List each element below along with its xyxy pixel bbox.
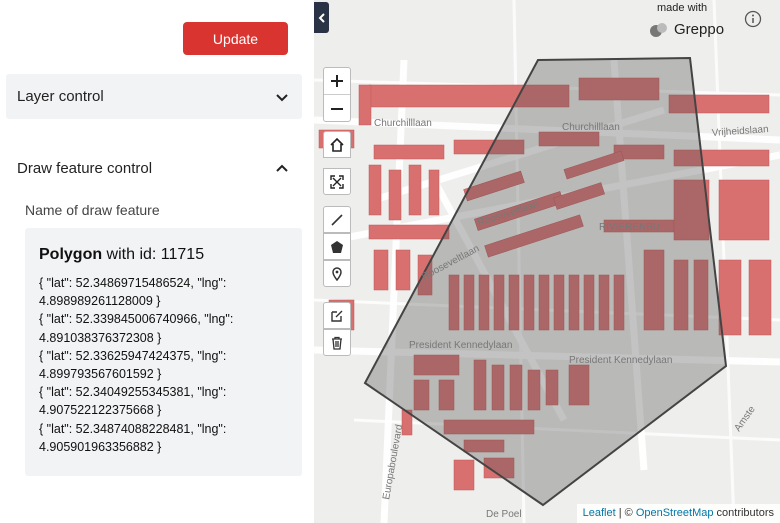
home-icon <box>330 137 344 152</box>
zoom-in-button[interactable] <box>324 68 350 95</box>
leaflet-link[interactable]: Leaflet <box>583 507 616 519</box>
chevron-up-icon <box>276 164 288 172</box>
app-root: Update Layer control Draw feature contro… <box>0 0 780 523</box>
chevron-left-icon <box>318 12 325 23</box>
zoom-out-icon <box>331 107 343 110</box>
edit-layers-button[interactable] <box>323 302 351 329</box>
sidebar: Update Layer control Draw feature contro… <box>0 0 314 523</box>
fullscreen-button[interactable] <box>323 168 351 195</box>
edit-icon <box>331 310 343 322</box>
osm-link[interactable]: OpenStreetMap <box>636 507 714 519</box>
draw-feature-name-label: Name of draw feature <box>25 202 160 218</box>
attribution-rest: contributors <box>713 507 774 519</box>
marker-icon <box>332 266 342 281</box>
zoom-in-icon <box>331 75 343 87</box>
street-label: Churchilllaan <box>562 122 620 133</box>
collapse-sidebar-button[interactable] <box>314 2 329 33</box>
trash-icon <box>332 336 342 350</box>
street-label: RIVIERENBU <box>599 222 660 233</box>
coordinate-row: { "lat": 52.339845006740966, "lng": 4.89… <box>39 312 234 345</box>
map-attribution: Leaflet | © OpenStreetMap contributors <box>576 504 780 523</box>
made-with-label: made with <box>657 2 708 14</box>
draw-polyline-button[interactable] <box>323 206 351 233</box>
coordinate-row: { "lat": 52.34869715486524, "lng": 4.898… <box>39 276 227 309</box>
street-label: President Kennedylaan <box>569 355 672 366</box>
greppo-branding: made with Greppo <box>638 0 780 46</box>
info-icon[interactable] <box>744 10 762 28</box>
chevron-down-icon <box>276 93 288 101</box>
zoom-control <box>323 67 351 122</box>
map-tiles: President Kennedylaan President Kennedyl… <box>314 0 780 523</box>
layer-control-header[interactable]: Layer control <box>6 74 302 119</box>
update-button[interactable]: Update <box>183 22 288 55</box>
fullscreen-icon <box>330 174 344 189</box>
layer-control-label: Layer control <box>17 88 104 105</box>
draw-control-header[interactable]: Draw feature control <box>6 146 302 191</box>
polyline-icon <box>331 213 343 226</box>
home-button[interactable] <box>323 131 351 158</box>
coordinate-row: { "lat": 52.33625947424375, "lng": 4.899… <box>39 348 227 382</box>
feature-id: with id: 11715 <box>102 246 205 263</box>
draw-marker-button[interactable] <box>323 260 351 287</box>
street-label: Amste <box>732 404 758 434</box>
street-label: De Poel <box>486 509 522 520</box>
polygon-icon <box>331 240 343 253</box>
feature-title: Polygon with id: 11715 <box>39 246 288 264</box>
map-view[interactable]: President Kennedylaan President Kennedyl… <box>314 0 780 523</box>
street-label: President Kennedylaan <box>409 340 512 351</box>
draw-polygon-button[interactable] <box>323 233 351 260</box>
feature-card: Polygon with id: 11715 { "lat": 52.34869… <box>25 228 302 476</box>
feature-type: Polygon <box>39 246 103 263</box>
greppo-logo <box>650 23 667 37</box>
zoom-out-button[interactable] <box>324 95 350 122</box>
attribution-separator: | © <box>615 507 636 519</box>
coordinate-row: { "lat": 52.34874088228481, "lng": 4.905… <box>39 421 227 454</box>
delete-layers-button[interactable] <box>323 329 351 356</box>
greppo-name: Greppo <box>674 21 725 38</box>
draw-control-label: Draw feature control <box>17 160 153 177</box>
street-label: Churchilllaan <box>374 118 432 129</box>
coordinate-row: { "lat": 52.34049255345381, "lng": 4.907… <box>39 385 227 418</box>
